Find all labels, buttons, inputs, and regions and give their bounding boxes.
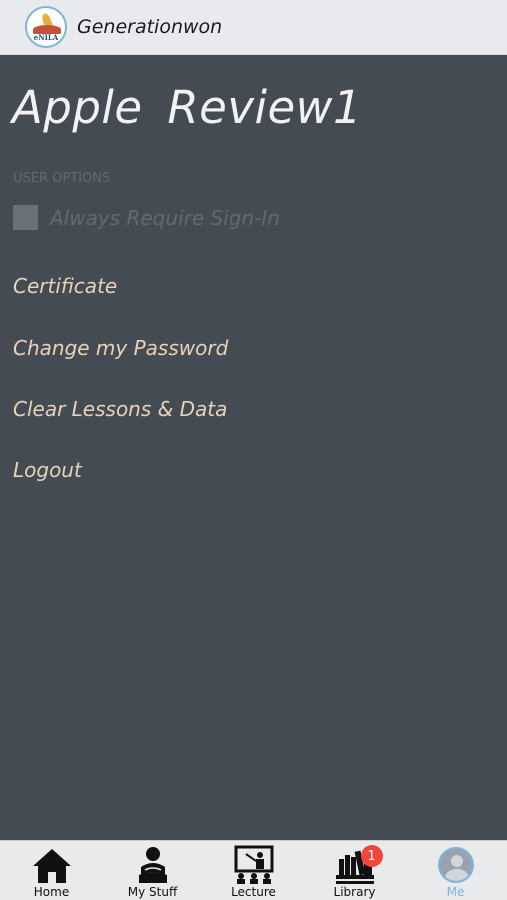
reader-icon [131, 845, 175, 885]
app-title: Generationwon [77, 16, 223, 38]
tab-my-stuff[interactable]: My Stuff [102, 841, 203, 900]
tab-library[interactable]: 1 Library [304, 841, 405, 900]
avatar-icon [434, 845, 478, 885]
certificate-menu-item[interactable]: Certificate [13, 274, 117, 298]
tab-my-stuff-label: My Stuff [127, 885, 178, 899]
always-require-signin-label: Always Require Sign-In [50, 205, 280, 230]
profile-panel: Apple Review1 USER OPTIONS Always Requir… [0, 55, 507, 840]
app-logo-icon: eNILA [25, 6, 67, 48]
tab-lecture[interactable]: Lecture [203, 841, 304, 900]
lecture-icon [232, 845, 276, 885]
tab-home-label: Home [33, 885, 70, 899]
tab-home[interactable]: Home [1, 841, 102, 900]
tab-library-label: Library [333, 885, 376, 899]
tab-me[interactable]: Me [405, 841, 506, 900]
home-icon [30, 845, 74, 885]
bottom-tab-bar: Home My Stuff Lecture 1 Library Me [0, 840, 507, 900]
logout-menu-item[interactable]: Logout [13, 458, 82, 482]
tab-lecture-label: Lecture [231, 885, 276, 899]
profile-username: Apple Review1 [12, 81, 363, 134]
always-require-signin-option[interactable]: Always Require Sign-In [13, 205, 280, 230]
always-require-signin-checkbox[interactable] [13, 205, 38, 230]
clear-lessons-data-menu-item[interactable]: Clear Lessons & Data [13, 397, 227, 421]
app-header: eNILA Generationwon [0, 0, 507, 55]
library-icon: 1 [333, 845, 383, 885]
library-badge: 1 [360, 845, 383, 867]
user-options-section-label: USER OPTIONS [13, 171, 111, 186]
change-password-menu-item[interactable]: Change my Password [13, 336, 228, 360]
tab-me-label: Me [446, 885, 465, 899]
